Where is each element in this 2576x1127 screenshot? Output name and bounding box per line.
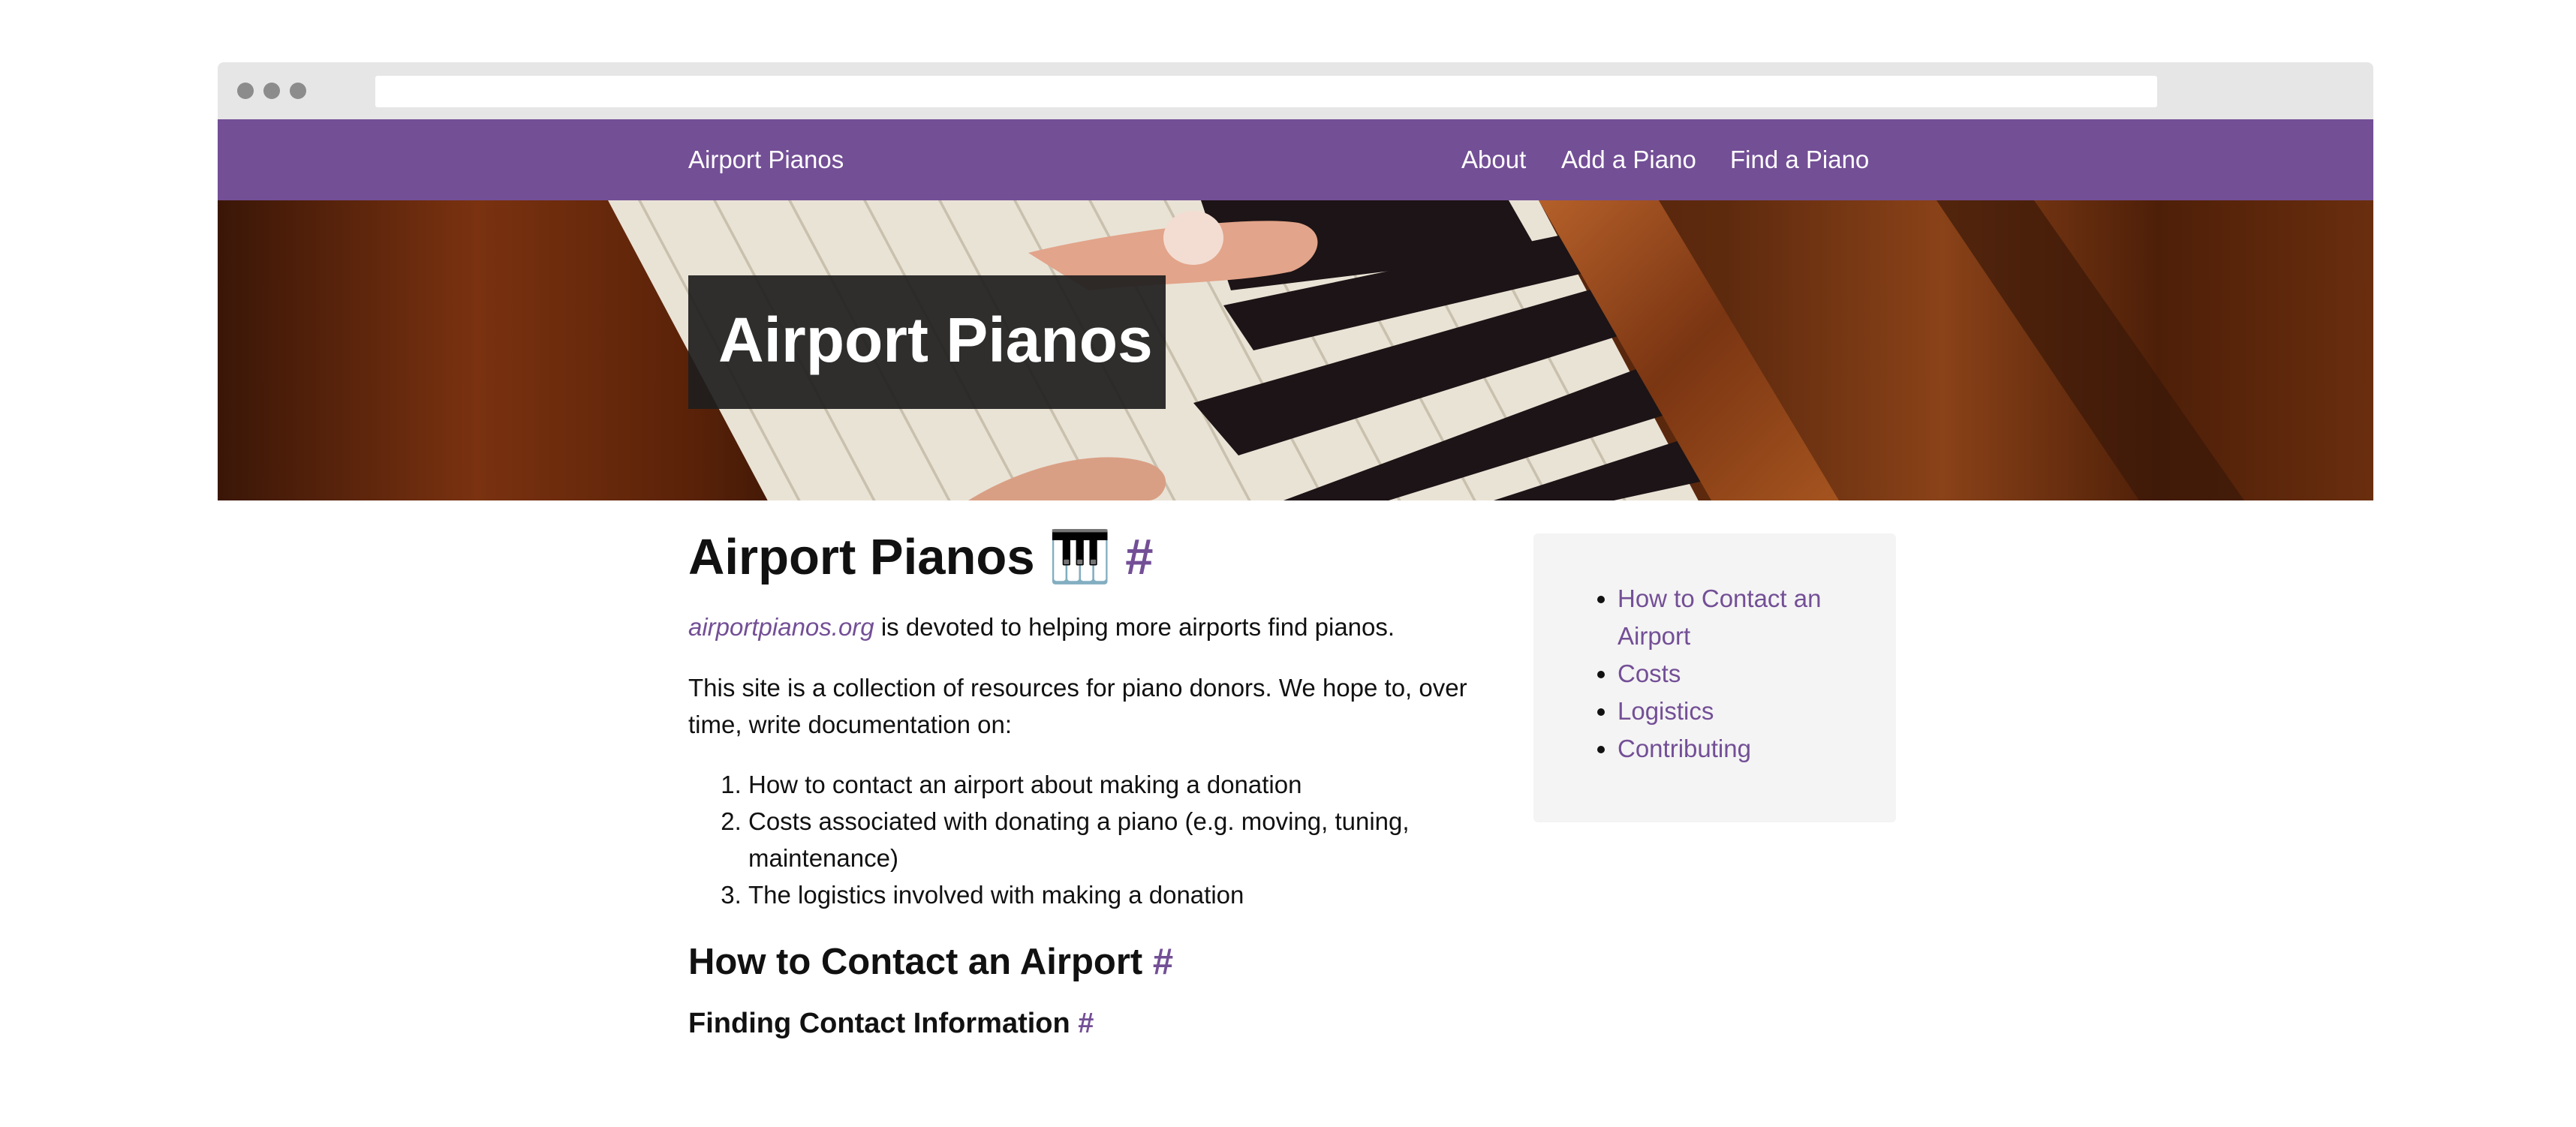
subsection-heading-contact-info: Finding Contact Information # — [688, 1005, 1476, 1041]
browser-window: Airport Pianos About Add a Piano Find a … — [218, 62, 2373, 1127]
list-item: How to contact an airport about making a… — [748, 766, 1476, 803]
toc-item-contributing: Contributing — [1618, 730, 1865, 768]
intro-paragraph: airportpianos.org is devoted to helping … — [688, 609, 1476, 645]
toc-link-logistics[interactable]: Logistics — [1618, 697, 1714, 725]
window-close-dot[interactable] — [237, 83, 254, 99]
site-navbar: Airport Pianos About Add a Piano Find a … — [218, 119, 2373, 200]
list-item: Costs associated with donating a piano (… — [748, 803, 1476, 876]
toc-link-contributing[interactable]: Contributing — [1618, 735, 1751, 762]
piano-keyboard-icon: 🎹 — [1049, 529, 1112, 585]
toc-item-logistics: Logistics — [1618, 693, 1865, 730]
hero-title-box: Airport Pianos — [688, 275, 1166, 409]
section-anchor-link[interactable]: # — [1153, 942, 1173, 982]
browser-chrome — [218, 62, 2373, 119]
subsection-anchor-link[interactable]: # — [1078, 1008, 1094, 1039]
bottom-fade-overlay — [218, 1053, 2373, 1127]
page-title-text: Airport Pianos — [688, 529, 1035, 585]
section-heading-contact: How to Contact an Airport # — [688, 939, 1476, 984]
nav-link-about[interactable]: About — [1461, 119, 1526, 200]
hero-banner: Airport Pianos — [218, 200, 2373, 500]
nav-link-find-piano[interactable]: Find a Piano — [1730, 119, 1869, 200]
toc-item-costs: Costs — [1618, 655, 1865, 693]
page-title: Airport Pianos 🎹 # — [688, 527, 1476, 588]
hero-title: Airport Pianos — [718, 305, 1153, 375]
toc-link-contact[interactable]: How to Contact an Airport — [1618, 585, 1821, 650]
documentation-list: How to contact an airport about making a… — [688, 766, 1476, 913]
page-title-anchor-link[interactable]: # — [1125, 529, 1153, 585]
piano-hero-image — [218, 200, 2373, 500]
toc-item-contact: How to Contact an Airport — [1618, 580, 1865, 655]
section-heading-text: How to Contact an Airport — [688, 942, 1143, 982]
site-brand-link[interactable]: Airport Pianos — [688, 119, 844, 200]
address-bar[interactable] — [375, 76, 2157, 107]
window-minimize-dot[interactable] — [263, 83, 280, 99]
window-maximize-dot[interactable] — [290, 83, 306, 99]
toc-list: How to Contact an Airport Costs Logistic… — [1618, 580, 1865, 768]
table-of-contents: How to Contact an Airport Costs Logistic… — [1533, 533, 1896, 822]
intro-text: is devoted to helping more airports find… — [874, 613, 1395, 641]
site-url-link[interactable]: airportpianos.org — [688, 613, 874, 641]
collection-paragraph: This site is a collection of resources f… — [688, 674, 1467, 738]
toc-link-costs[interactable]: Costs — [1618, 660, 1681, 687]
list-item: The logistics involved with making a don… — [748, 876, 1476, 913]
main-content: Airport Pianos 🎹 # airportpianos.org is … — [688, 527, 1476, 1041]
nav-link-add-piano[interactable]: Add a Piano — [1561, 119, 1696, 200]
subsection-heading-text: Finding Contact Information — [688, 1008, 1070, 1039]
